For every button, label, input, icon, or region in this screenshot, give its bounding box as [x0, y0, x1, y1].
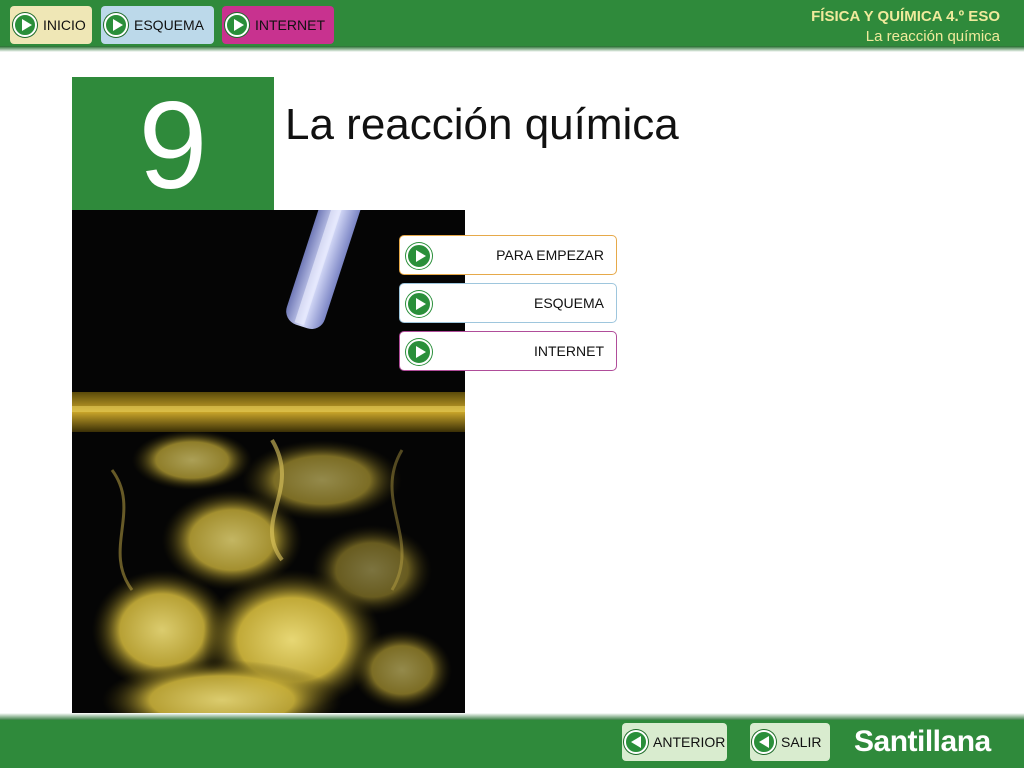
inicio-label: INICIO — [43, 17, 86, 33]
internet-label: INTERNET — [255, 17, 325, 33]
chapter-number: 9 — [138, 77, 208, 215]
para-empezar-button[interactable]: PARA EMPEZAR — [399, 235, 617, 275]
esquema-button[interactable]: ESQUEMA — [101, 6, 214, 44]
chapter-title: La reacción química — [285, 100, 679, 149]
back-arrow-icon — [752, 730, 776, 754]
anterior-label: ANTERIOR — [653, 734, 726, 750]
anterior-button[interactable]: ANTERIOR — [622, 723, 727, 761]
salir-button[interactable]: SALIR — [750, 723, 830, 761]
salir-label: SALIR — [781, 734, 822, 750]
back-arrow-icon — [624, 730, 648, 754]
menu-internet-button[interactable]: INTERNET — [399, 331, 617, 371]
inicio-button[interactable]: INICIO — [10, 6, 92, 44]
top-bar-shade — [0, 46, 1024, 52]
course-title: FÍSICA Y QUÍMICA 4.º ESO — [811, 8, 1000, 25]
santillana-logo: Santillana — [854, 725, 991, 758]
menu-esquema-button[interactable]: ESQUEMA — [399, 283, 617, 323]
play-icon — [406, 339, 432, 365]
para-empezar-label: PARA EMPEZAR — [496, 247, 604, 263]
chapter-number-box: 9 — [72, 77, 274, 215]
esquema-label: ESQUEMA — [134, 17, 205, 33]
play-icon — [406, 243, 432, 269]
play-icon — [225, 13, 249, 37]
menu-internet-label: INTERNET — [534, 343, 604, 359]
play-icon — [406, 291, 432, 317]
internet-button[interactable]: INTERNET — [222, 6, 334, 44]
play-icon — [104, 13, 128, 37]
menu-esquema-label: ESQUEMA — [533, 295, 604, 311]
unit-subtitle: La reacción química — [865, 28, 1000, 45]
play-icon — [13, 13, 37, 37]
